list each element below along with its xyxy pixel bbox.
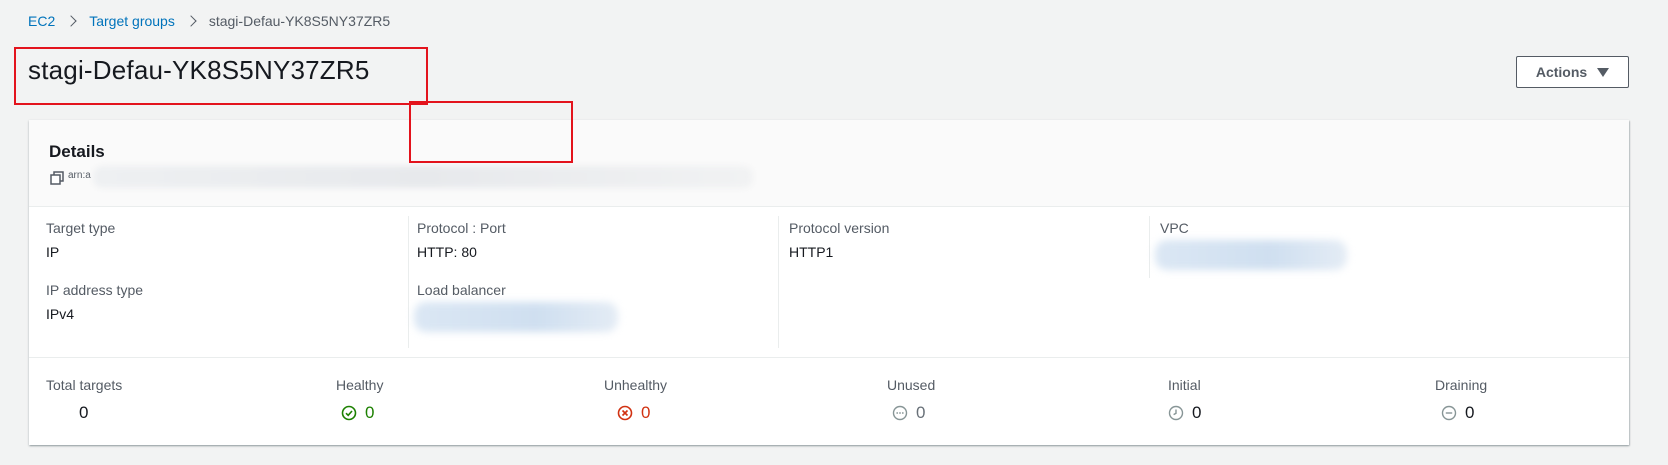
count-healthy: Healthy 0 bbox=[336, 377, 383, 423]
chevron-right-icon bbox=[185, 15, 197, 27]
ellipsis-circle-icon bbox=[892, 405, 908, 421]
draining-value-row: 0 bbox=[1435, 403, 1487, 423]
field-vpc: VPC bbox=[1160, 220, 1189, 236]
total-targets-value: 0 bbox=[79, 403, 89, 422]
field-target-type: Target type IP bbox=[46, 220, 115, 260]
protocol-port-value: HTTP: 80 bbox=[417, 244, 477, 260]
vpc-link-redacted[interactable] bbox=[1155, 240, 1347, 270]
field-protocol-port: Protocol : Port HTTP: 80 bbox=[417, 220, 506, 260]
load-balancer-label: Load balancer bbox=[417, 282, 506, 298]
caret-down-icon bbox=[1597, 67, 1610, 77]
actions-button[interactable]: Actions bbox=[1516, 56, 1629, 88]
total-targets-value-row: 0 bbox=[46, 403, 122, 423]
draining-value: 0 bbox=[1465, 403, 1475, 422]
vpc-label: VPC bbox=[1160, 220, 1189, 236]
check-circle-icon bbox=[341, 405, 357, 421]
protocol-version-value: HTTP1 bbox=[789, 244, 834, 260]
healthy-value: 0 bbox=[365, 403, 375, 422]
details-grid: Target type IP Protocol : Port HTTP: 80 … bbox=[29, 208, 1629, 356]
details-header: Details arn:a bbox=[29, 120, 1629, 207]
initial-value-row: 0 bbox=[1168, 403, 1201, 423]
unhealthy-label: Unhealthy bbox=[604, 377, 668, 393]
unused-label: Unused bbox=[887, 377, 936, 393]
ip-address-type-label: IP address type bbox=[46, 282, 144, 298]
arn-prefix: arn:a bbox=[68, 170, 91, 181]
column-divider bbox=[408, 216, 409, 348]
ip-address-type-value: IPv4 bbox=[46, 306, 75, 322]
total-targets-label: Total targets bbox=[46, 377, 123, 393]
initial-label: Initial bbox=[1168, 377, 1201, 393]
field-protocol-version: Protocol version HTTP1 bbox=[789, 220, 889, 260]
count-initial: Initial 0 bbox=[1168, 377, 1201, 423]
unused-value-row: 0 bbox=[887, 403, 935, 423]
healthy-value-row: 0 bbox=[336, 403, 383, 423]
protocol-port-highlight-box bbox=[409, 101, 573, 163]
chevron-right-icon bbox=[65, 15, 77, 27]
count-unused: Unused 0 bbox=[887, 377, 935, 423]
field-load-balancer: Load balancer bbox=[417, 282, 506, 298]
unused-value: 0 bbox=[916, 403, 926, 422]
initial-value: 0 bbox=[1192, 403, 1202, 422]
target-type-label: Target type bbox=[46, 220, 116, 236]
count-total: Total targets 0 bbox=[46, 377, 122, 423]
field-ip-address-type: IP address type IPv4 bbox=[46, 282, 143, 322]
count-draining: Draining 0 bbox=[1435, 377, 1487, 423]
count-unhealthy: Unhealthy 0 bbox=[604, 377, 667, 423]
clock-icon bbox=[1168, 405, 1184, 421]
protocol-version-label: Protocol version bbox=[789, 220, 890, 236]
arn-redacted bbox=[93, 166, 753, 188]
draining-label: Draining bbox=[1435, 377, 1488, 393]
column-divider bbox=[1149, 216, 1150, 278]
breadcrumb: EC2 Target groups stagi-Defau-YK8S5NY37Z… bbox=[28, 13, 390, 29]
page-title: stagi-Defau-YK8S5NY37ZR5 bbox=[28, 55, 370, 85]
details-panel: Details arn:a Target type IP Protocol : … bbox=[29, 120, 1629, 445]
unhealthy-value: 0 bbox=[641, 403, 651, 422]
unhealthy-value-row: 0 bbox=[604, 403, 667, 423]
copy-icon[interactable] bbox=[50, 171, 64, 185]
target-type-value: IP bbox=[46, 244, 60, 260]
minus-circle-icon bbox=[1441, 405, 1457, 421]
breadcrumb-current: stagi-Defau-YK8S5NY37ZR5 bbox=[208, 13, 391, 29]
healthy-label: Healthy bbox=[336, 377, 384, 393]
column-divider bbox=[778, 216, 779, 348]
protocol-port-label: Protocol : Port bbox=[417, 220, 506, 236]
load-balancer-link-redacted[interactable] bbox=[414, 302, 618, 332]
breadcrumb-target-groups-link[interactable]: Target groups bbox=[89, 13, 175, 29]
actions-button-label: Actions bbox=[1535, 64, 1588, 80]
x-circle-icon bbox=[617, 405, 633, 421]
details-title: Details bbox=[49, 142, 105, 161]
target-counts: Total targets 0 Healthy 0 Unhealthy 0 Un… bbox=[29, 357, 1629, 445]
breadcrumb-ec2-link[interactable]: EC2 bbox=[28, 13, 55, 29]
